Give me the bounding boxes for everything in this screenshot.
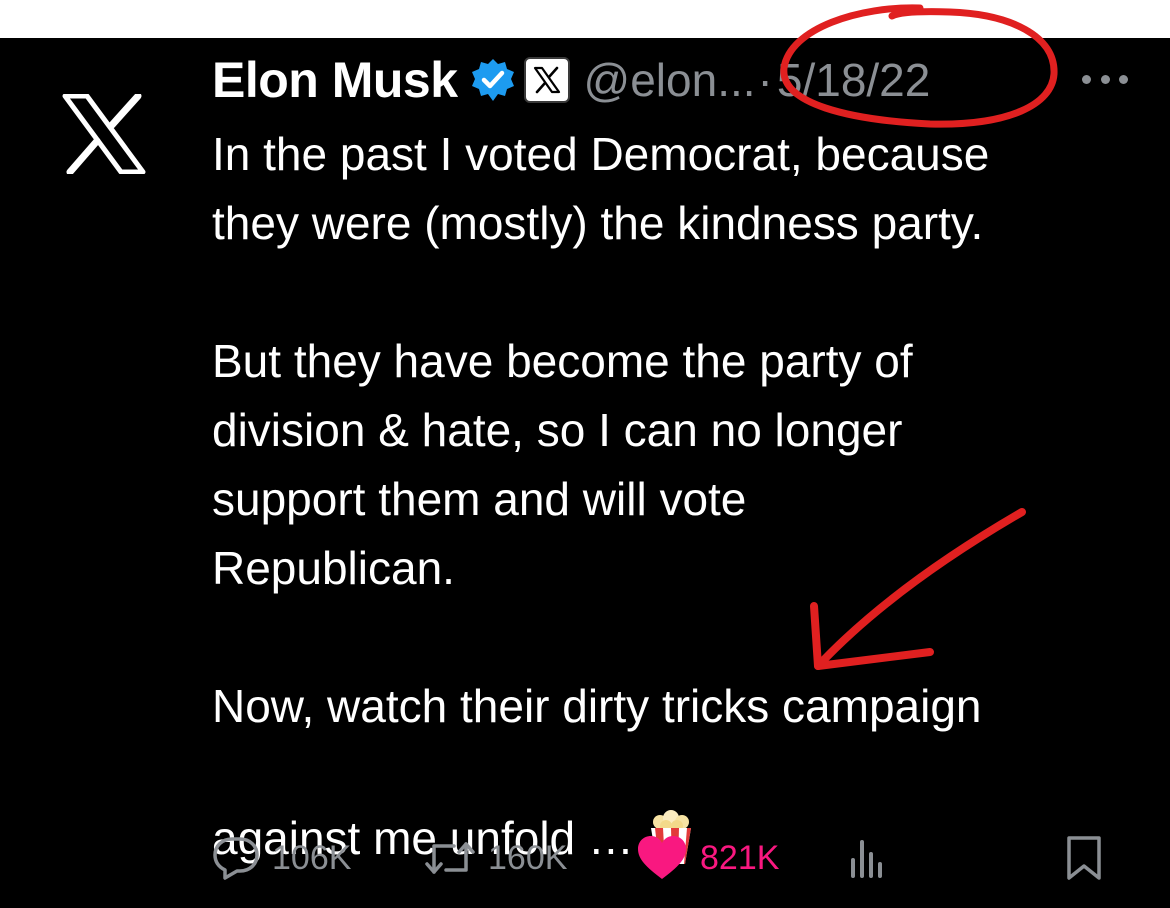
reply-count: 106K: [272, 838, 352, 877]
reply-icon: [213, 837, 259, 880]
tweet-date[interactable]: 5/18/22: [777, 53, 930, 107]
repost-button[interactable]: 160K: [424, 830, 567, 886]
author-handle[interactable]: @elon...: [584, 53, 756, 107]
x-logo-icon: [62, 94, 146, 174]
x-affiliate-badge-icon[interactable]: [523, 57, 570, 103]
repost-icon: [425, 842, 475, 874]
tweet-paragraph-2: But they have become the party of divisi…: [212, 335, 913, 594]
separator-dot: ·: [757, 54, 773, 106]
x-logo-avatar[interactable]: [40, 70, 168, 198]
like-count: 821K: [700, 838, 780, 877]
bookmark-button[interactable]: [1064, 830, 1104, 886]
more-icon[interactable]: [1082, 64, 1128, 94]
tweet-header: Elon Musk @elon... · 5/18/22: [212, 50, 1152, 110]
top-white-strip: [0, 0, 1170, 38]
verified-badge-icon: [470, 57, 516, 103]
repost-count: 160K: [488, 838, 568, 877]
bookmark-icon: [1067, 836, 1101, 880]
tweet-paragraph-1: In the past I voted Democrat, because th…: [212, 128, 990, 249]
action-bar: 106K 160K 821K: [212, 830, 1132, 886]
tweet-text: In the past I voted Democrat, because th…: [212, 120, 1152, 885]
like-icon: [638, 836, 686, 879]
views-icon: [851, 840, 882, 878]
reply-button[interactable]: 106K: [212, 830, 351, 886]
author-name[interactable]: Elon Musk: [212, 51, 458, 109]
like-button[interactable]: 821K: [636, 830, 779, 886]
views-button[interactable]: [848, 830, 888, 886]
